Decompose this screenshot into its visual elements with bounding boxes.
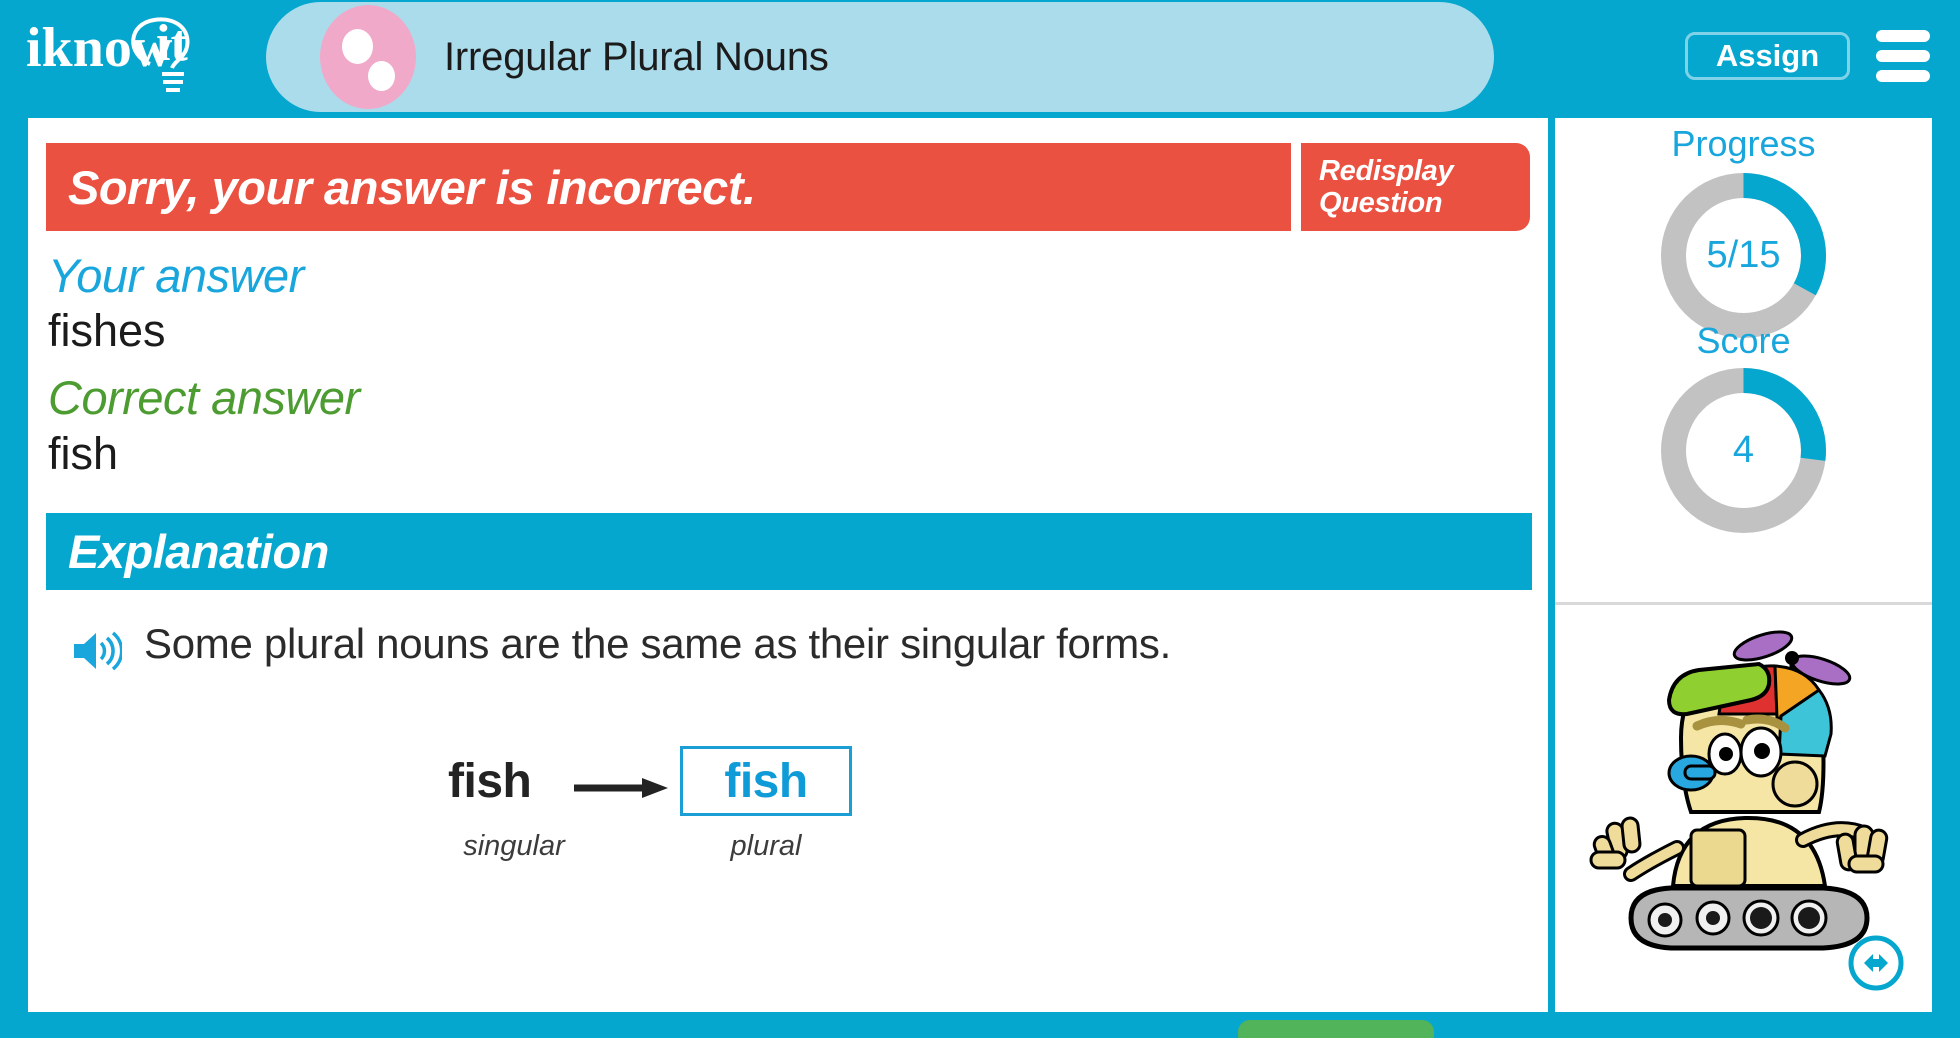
left-right-arrows-icon[interactable]	[1847, 934, 1905, 992]
redisplay-label-line2: Question	[1319, 187, 1443, 219]
explanation-header-bar: Explanation	[46, 513, 1532, 590]
robot-mascot-illustration	[1573, 618, 1913, 991]
lesson-title: Irregular Plural Nouns	[444, 34, 829, 79]
redisplay-question-button[interactable]: Redisplay Question	[1301, 143, 1530, 231]
subject-icon	[320, 5, 416, 109]
progress-ring: 5/15	[1656, 168, 1831, 343]
example-figure: fish fish singular plural	[448, 746, 868, 876]
assign-button-label: Assign	[1715, 38, 1820, 73]
next-button[interactable]: Next	[1238, 1020, 1434, 1038]
result-row: Sorry, your answer is incorrect. Redispl…	[46, 143, 1530, 231]
your-answer-label: Your answer	[48, 249, 304, 302]
correct-answer-label: Correct answer	[48, 371, 360, 424]
svg-text:iknow: iknow	[26, 17, 173, 79]
score-label: Score	[1696, 320, 1791, 361]
correct-answer-value: fish	[48, 428, 119, 479]
svg-text:it: it	[156, 15, 188, 72]
example-singular-word: fish	[448, 755, 532, 808]
your-answer-value: fishes	[48, 305, 166, 356]
progress-value: 5/15	[1706, 234, 1781, 276]
assign-button[interactable]: Assign	[1685, 32, 1850, 80]
example-plural-box: fish	[680, 746, 852, 816]
status-sidebar: Progress 5/15 Score 4	[1555, 118, 1932, 1012]
question-feedback-panel: Sorry, your answer is incorrect. Redispl…	[28, 118, 1548, 1038]
sidebar-divider	[1555, 602, 1932, 605]
speaker-audio-icon[interactable]	[72, 630, 124, 672]
result-banner: Sorry, your answer is incorrect.	[46, 143, 1291, 231]
progress-label: Progress	[1671, 123, 1816, 164]
score-ring: 4	[1656, 363, 1831, 538]
content-stage: Sorry, your answer is incorrect. Redispl…	[28, 118, 1932, 1038]
right-arrow-icon	[574, 776, 668, 800]
example-singular-caption: singular	[463, 830, 565, 862]
redisplay-label-line1: Redisplay	[1319, 154, 1454, 187]
example-plural-word: fish	[724, 754, 808, 808]
explanation-text: Some plural nouns are the same as their …	[144, 620, 1171, 667]
explanation-heading: Explanation	[68, 525, 329, 578]
score-value: 4	[1732, 429, 1755, 471]
lesson-title-pill: Irregular Plural Nouns	[266, 2, 1494, 112]
example-plural-caption: plural	[730, 830, 802, 862]
iknowit-logo[interactable]: iknow it	[22, 8, 242, 104]
result-message: Sorry, your answer is incorrect.	[68, 160, 756, 214]
hamburger-menu-icon[interactable]	[1876, 30, 1930, 82]
next-button-label: Next	[1293, 1034, 1378, 1038]
panel-divider	[1548, 118, 1555, 1012]
app-header: iknow it Irregular Plural Nouns Assign	[0, 0, 1960, 112]
